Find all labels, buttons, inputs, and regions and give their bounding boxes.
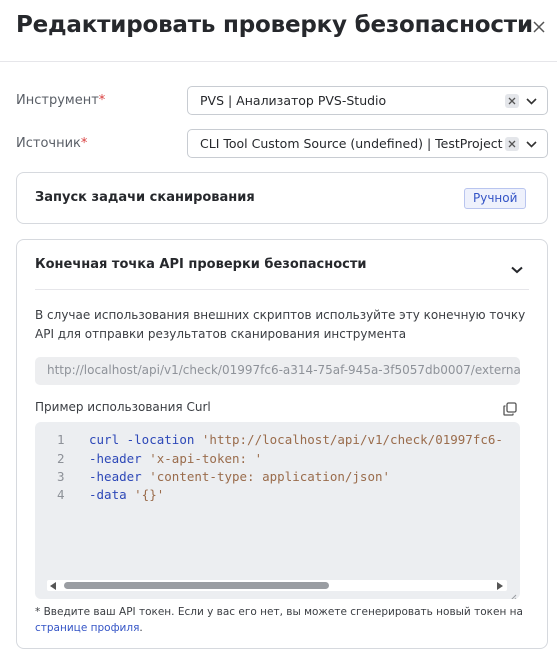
copy-icon[interactable] (503, 401, 519, 417)
clear-icon[interactable] (505, 94, 519, 108)
line-number: 1 (57, 432, 65, 447)
chevron-down-icon[interactable] (524, 138, 538, 150)
dialog-header: Редактировать проверку безопасности (0, 0, 557, 62)
profile-page-link[interactable]: странице профиля (35, 622, 139, 634)
tool-select-value: PVS | Анализатор PVS-Studio (200, 93, 387, 108)
dialog-title: Редактировать проверку безопасности (16, 12, 533, 38)
required-mark: * (80, 136, 88, 151)
horizontal-scrollbar[interactable] (47, 580, 507, 591)
api-endpoint-title: Конечная точка API проверки безопасности (35, 257, 367, 272)
code-argument: 'content-type: application/json' (149, 469, 391, 484)
scroll-left-icon[interactable] (50, 582, 56, 590)
curl-code-block[interactable]: 1 curl -location 'http://localhost/api/v… (35, 422, 520, 599)
curl-example-label: Пример использования Curl (35, 400, 211, 414)
line-number: 2 (57, 451, 65, 466)
required-mark: * (98, 93, 106, 108)
resize-handle-icon[interactable] (509, 587, 517, 599)
api-token-note: * Введите ваш API токен. Если у вас его … (35, 606, 523, 634)
divider (35, 289, 529, 290)
scroll-right-icon[interactable] (497, 582, 503, 590)
line-number: 3 (57, 469, 65, 484)
scrollbar-thumb[interactable] (64, 582, 329, 589)
code-argument: 'http://localhost/api/v1/check/01997fc6- (201, 432, 503, 447)
source-label: Источник* (16, 136, 88, 151)
chevron-down-icon[interactable] (524, 95, 538, 107)
code-flag: -header (89, 451, 150, 466)
api-url-field[interactable]: http://localhost/api/v1/check/01997fc6-a… (35, 357, 520, 385)
tool-label: Инструмент* (16, 93, 106, 108)
code-flag: -data (89, 487, 135, 502)
code-argument: '{}' (134, 487, 165, 502)
code-command: curl (89, 432, 120, 447)
tool-select[interactable]: PVS | Анализатор PVS-Studio (187, 86, 548, 115)
api-description: В случае использования внешних скриптов … (35, 308, 526, 341)
code-flag: -header (89, 469, 150, 484)
code-flag: -location (119, 432, 202, 447)
line-number: 4 (57, 487, 65, 502)
api-endpoint-card: Конечная точка API проверки безопасности… (16, 239, 548, 649)
source-select[interactable]: CLI Tool Custom Source (undefined) | Tes… (187, 129, 548, 158)
clear-icon[interactable] (505, 137, 519, 151)
collapse-chevron-icon[interactable] (511, 259, 525, 274)
mode-badge: Ручной (464, 188, 527, 209)
scan-launch-title: Запуск задачи сканирования (35, 190, 255, 205)
close-icon[interactable] (529, 17, 549, 37)
scan-launch-card: Запуск задачи сканирования Ручной (16, 172, 548, 224)
source-select-value: CLI Tool Custom Source (undefined) | Tes… (200, 136, 503, 151)
code-argument: 'x-api-token: ' (149, 451, 263, 466)
